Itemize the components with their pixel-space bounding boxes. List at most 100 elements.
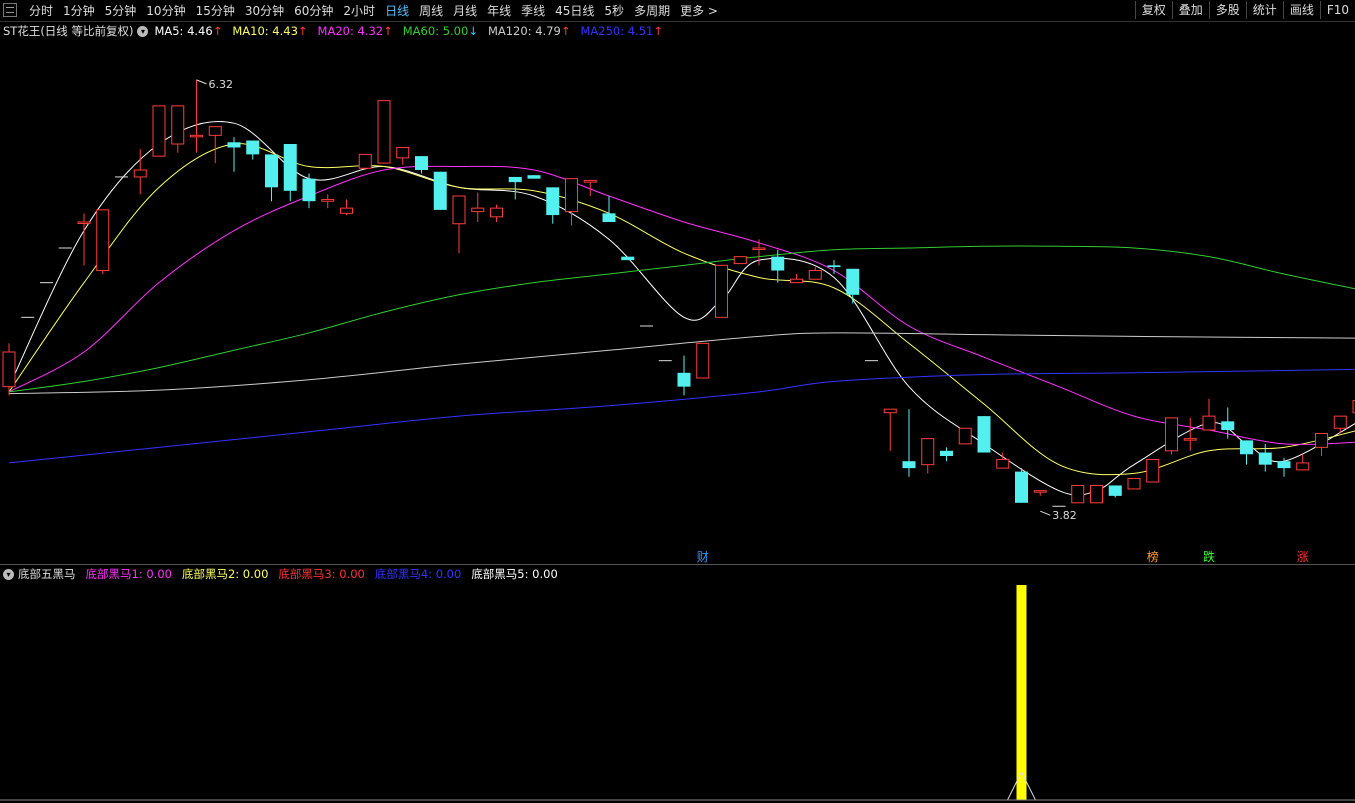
candle [921, 438, 935, 474]
candle [96, 209, 110, 274]
period-tab-14[interactable]: 5秒 [599, 3, 629, 19]
event-marker-0[interactable]: 财 [697, 550, 709, 564]
period-tab-10[interactable]: 月线 [448, 3, 482, 19]
ma-value-1: MA10: 4.43↑ [232, 24, 308, 38]
period-tab-2[interactable]: 5分钟 [100, 3, 142, 19]
period-tab-15[interactable]: 多周期 [629, 3, 675, 19]
period-tab-13[interactable]: 45日线 [550, 3, 599, 19]
indicator-panel [1007, 585, 1036, 801]
candle [1202, 398, 1216, 431]
candle [996, 452, 1010, 469]
candle [283, 144, 297, 202]
period-tab-3[interactable]: 10分钟 [141, 3, 190, 19]
candle [546, 187, 560, 224]
ma-lines [8, 120, 1355, 496]
tool-button-4[interactable]: 画线 [1282, 1, 1320, 19]
signal-bar [1016, 585, 1027, 800]
tool-button-1[interactable]: 叠加 [1171, 1, 1209, 19]
candle [1221, 407, 1235, 439]
candle [940, 447, 953, 462]
candle [452, 195, 466, 254]
candle [471, 192, 485, 222]
period-tab-9[interactable]: 周线 [414, 3, 448, 19]
candle [265, 154, 278, 202]
ma-value-3: MA60: 5.00↓ [402, 24, 478, 38]
candle [1333, 415, 1347, 434]
candle [190, 79, 203, 153]
period-tab-1[interactable]: 1分钟 [58, 3, 100, 19]
event-marker-1[interactable]: 榜 [1147, 549, 1159, 564]
candle [1071, 484, 1085, 504]
candle [415, 156, 428, 174]
period-tab-6[interactable]: 60分钟 [289, 3, 338, 19]
candle [171, 105, 185, 153]
candle [677, 355, 691, 396]
period-tab-0[interactable]: 分时 [24, 3, 58, 19]
annotations: 6.32 3.82 财 榜 跌 涨 [196, 78, 1309, 564]
candle [583, 179, 597, 196]
indicator-name: 底部五黑马 [18, 567, 76, 581]
event-marker-3[interactable]: 涨 [1297, 549, 1309, 564]
tool-button-2[interactable]: 多股 [1208, 1, 1246, 19]
ma-line-MA60 [8, 245, 1355, 393]
period-tab-11[interactable]: 年线 [482, 3, 516, 19]
candle [377, 100, 391, 164]
candle [902, 409, 916, 477]
kline-chart[interactable]: 6.32 3.82 财 榜 跌 涨 [0, 0, 1355, 803]
ma-value-5: MA250: 4.51↑ [580, 24, 663, 38]
candle [358, 153, 372, 170]
candle [827, 260, 841, 274]
chevron-down-icon[interactable]: ▾ [3, 568, 14, 580]
candle [977, 416, 991, 453]
period-tab-16[interactable]: 更多 > [675, 3, 723, 19]
candle [733, 256, 747, 265]
tool-button-5[interactable]: F10 [1319, 1, 1355, 19]
candle [1240, 440, 1253, 465]
period-tabs: 分时 1分钟 5分钟 10分钟 15分钟 30分钟 60分钟 2小时 日线 周线 月线 年线 季线 45日… [24, 3, 723, 19]
candle [846, 268, 860, 304]
ma-value-4: MA120: 4.79↑ [487, 24, 571, 38]
candle [246, 140, 260, 160]
candle [508, 176, 522, 200]
candle [2, 343, 16, 396]
candle [1296, 454, 1310, 471]
ma-line-MA5 [8, 120, 1355, 496]
period-tab-12[interactable]: 季线 [516, 3, 550, 19]
candle [152, 105, 166, 157]
ma-value-0: MA5: 4.46↑ [154, 24, 223, 38]
candle [790, 274, 803, 284]
candle [696, 342, 710, 379]
candle [77, 213, 91, 266]
stock-title: ST花王(日线 等比前复权) [3, 24, 134, 38]
candle [1146, 458, 1160, 483]
candle [208, 126, 222, 164]
candle [227, 137, 241, 172]
candle [1033, 490, 1047, 496]
indicator-value-4: 底部黑马5: 0.00 [471, 567, 558, 581]
candle [883, 408, 897, 451]
candle [565, 178, 578, 226]
candle [1015, 468, 1028, 503]
chevron-down-icon[interactable]: ▾ [137, 25, 149, 37]
indicator-values: 底部黑马1: 0.00 底部黑马2: 0.00 底部黑马3: 0.00 底部黑马4: … [86, 566, 568, 582]
candle [433, 171, 447, 210]
candle [1108, 485, 1122, 498]
tool-button-0[interactable]: 复权 [1134, 1, 1172, 19]
period-tab-8[interactable]: 日线 [380, 3, 414, 19]
ma-legend: ST花王(日线 等比前复权) ▾ MA5: 4.46↑ MA10: 4.43↑ MA… [3, 23, 673, 39]
event-marker-2[interactable]: 跌 [1203, 549, 1215, 564]
candle [602, 196, 616, 222]
period-tab-7[interactable]: 2小时 [338, 3, 380, 19]
candle [1183, 417, 1197, 451]
tool-button-3[interactable]: 统计 [1245, 1, 1283, 19]
candle [1127, 478, 1141, 490]
period-tab-4[interactable]: 15分钟 [191, 3, 240, 19]
ma-value-2: MA20: 4.32↑ [317, 24, 393, 38]
period-tab-5[interactable]: 30分钟 [240, 3, 289, 19]
panel-divider[interactable] [0, 564, 1355, 565]
candle [340, 199, 353, 216]
ma-values: MA5: 4.46↑ MA10: 4.43↑ MA20: 4.32↑ MA60: 5.… [154, 24, 673, 38]
low-price-label: 3.82 [1052, 509, 1077, 522]
high-price-label: 6.32 [209, 78, 234, 91]
menu-icon[interactable] [3, 3, 17, 17]
